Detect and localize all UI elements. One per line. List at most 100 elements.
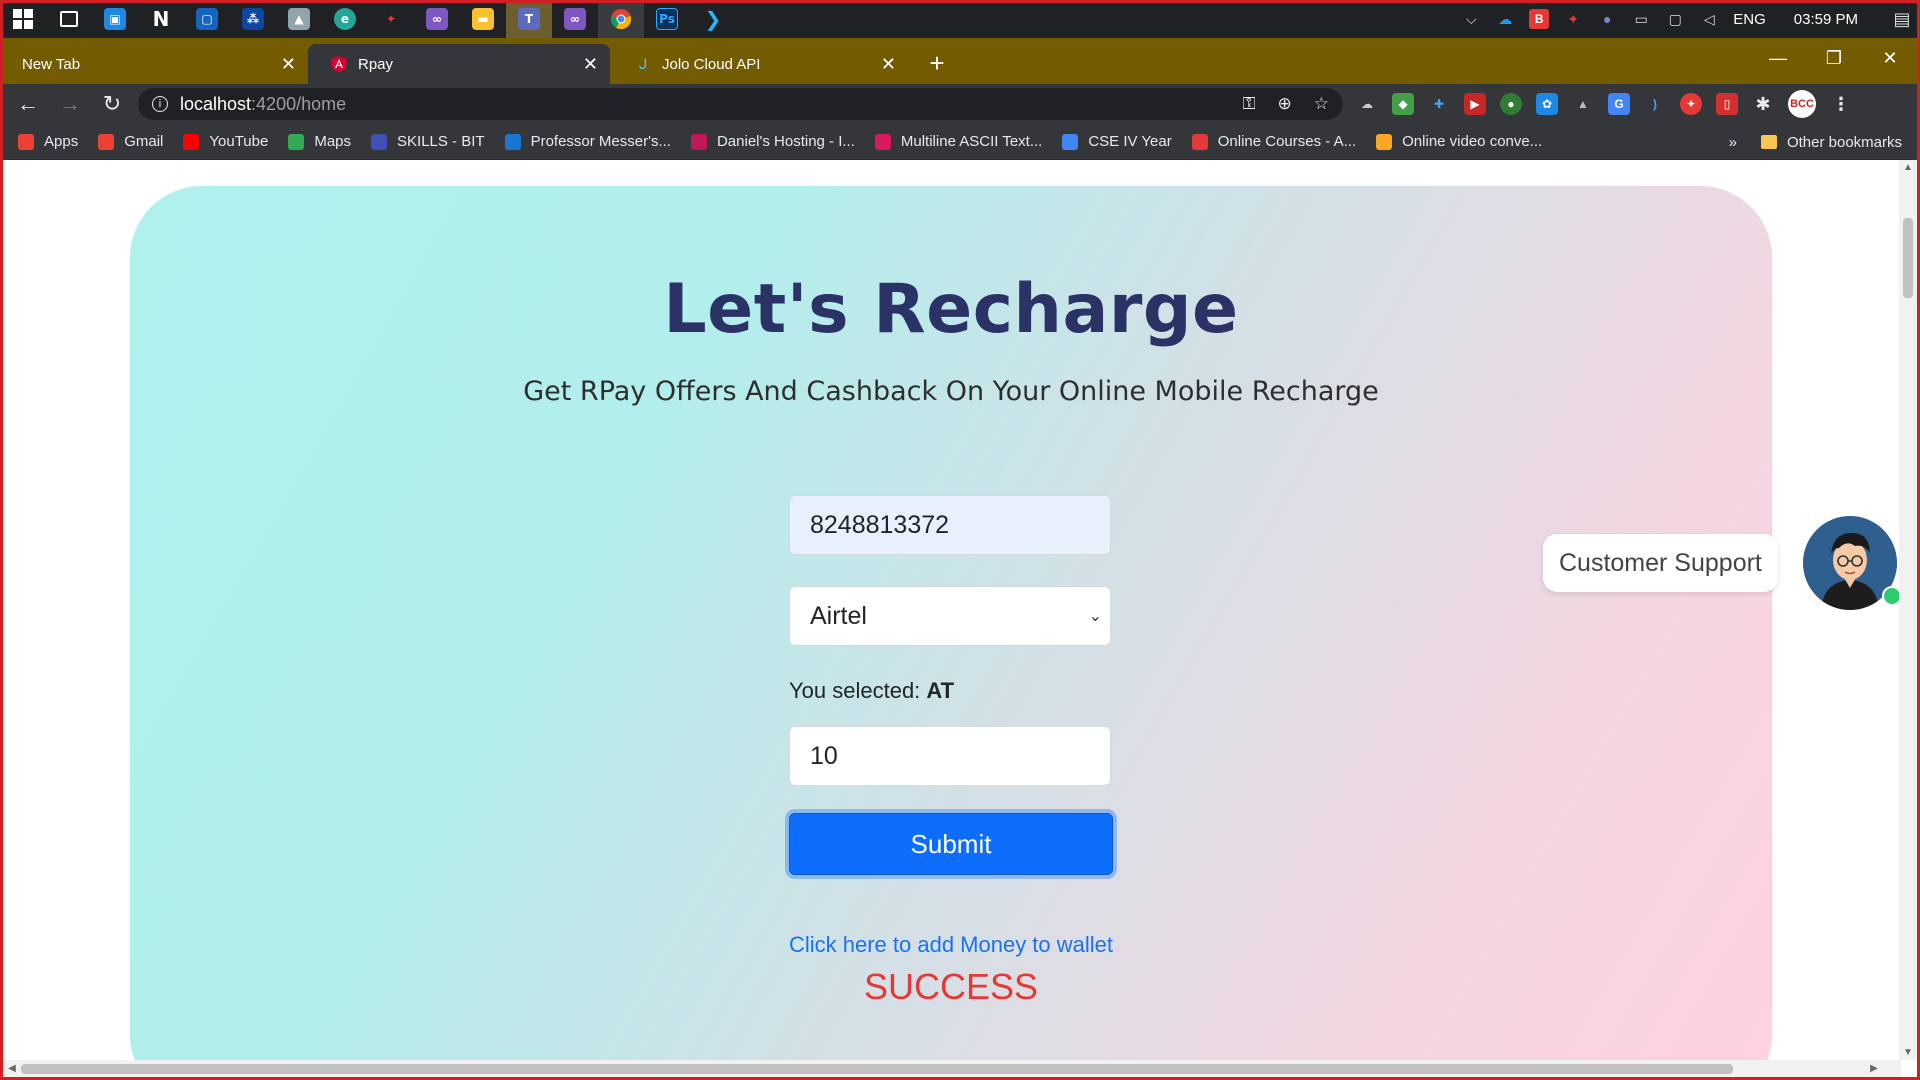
app-icon[interactable]: ▢ (184, 0, 230, 38)
bookmark-item[interactable]: YouTube (183, 133, 268, 150)
chrome-icon[interactable] (598, 0, 644, 38)
forward-button[interactable]: → (52, 86, 88, 122)
windows-start-icon[interactable] (0, 0, 46, 38)
folder-icon (1760, 135, 1777, 149)
extension-icon[interactable]: ▶ (1464, 93, 1486, 115)
close-icon[interactable]: ✕ (281, 54, 296, 75)
app-icon[interactable]: ▣ (92, 0, 138, 38)
scroll-down-icon[interactable]: ▼ (1899, 1047, 1917, 1058)
horizontal-scrollbar[interactable]: ◀ ▶ (3, 1060, 1901, 1077)
tab-rpay[interactable]: Rpay ✕ (308, 44, 610, 84)
vertical-scroll-thumb[interactable] (1903, 218, 1913, 298)
bookmark-item[interactable]: Online video conve... (1376, 133, 1542, 150)
bookmarks-right: » Other bookmarks (1729, 124, 1902, 160)
puzzle-icon[interactable]: ✱ (1752, 93, 1774, 115)
back-button[interactable]: ← (10, 86, 46, 122)
reload-button[interactable]: ↻ (94, 86, 130, 122)
tab-new-tab[interactable]: New Tab ✕ (0, 44, 308, 84)
task-view-icon[interactable] (46, 0, 92, 38)
photos-icon[interactable]: ▲ (276, 0, 322, 38)
mobile-number-input[interactable]: 8248813372 (789, 495, 1111, 555)
network-icon[interactable]: ▢ (1665, 9, 1685, 29)
bookmark-icon (98, 133, 115, 150)
vscode-icon[interactable]: ❯ (690, 0, 736, 38)
add-money-link[interactable]: Click here to add Money to wallet (130, 932, 1772, 958)
language-indicator[interactable]: ENG (1733, 11, 1766, 28)
scroll-right-icon[interactable]: ▶ (1865, 1060, 1883, 1077)
onedrive-icon[interactable]: ☁ (1495, 9, 1515, 29)
bookmark-icon (1191, 133, 1208, 150)
bookmark-item[interactable]: Professor Messer's... (504, 133, 671, 150)
star-icon[interactable]: ☆ (1314, 94, 1329, 114)
menu-icon[interactable]: ⋮ (1830, 93, 1852, 115)
profile-avatar[interactable]: BCC (1788, 90, 1816, 118)
new-tab-button[interactable]: + (920, 46, 954, 80)
bookmark-item[interactable]: Online Courses - A... (1191, 133, 1356, 150)
address-bar[interactable]: i localhost:4200/home ⚿ ⊕ ☆ (138, 88, 1343, 120)
close-icon[interactable]: ✕ (881, 54, 896, 75)
scroll-up-icon[interactable]: ▲ (1899, 162, 1917, 173)
photoshop-icon[interactable]: Ps (644, 0, 690, 38)
close-icon[interactable]: ✕ (583, 54, 598, 75)
notifications-icon[interactable]: ▤ (1892, 9, 1912, 29)
clock[interactable]: 03:59 PM (1794, 11, 1858, 28)
bookmark-label: Multiline ASCII Text... (900, 133, 1043, 150)
info-icon[interactable]: i (152, 96, 168, 112)
teams-tray-icon[interactable]: ● (1597, 9, 1617, 29)
bookmark-icon (18, 133, 34, 150)
visual-studio-icon[interactable]: ∞ (552, 0, 598, 38)
more-bookmarks-button[interactable]: » (1729, 134, 1737, 151)
zoom-icon[interactable]: ⊕ (1278, 94, 1292, 114)
battery-icon[interactable]: ▭ (1631, 9, 1651, 29)
bookmark-label: YouTube (209, 133, 269, 150)
amount-input[interactable]: 10 (789, 726, 1111, 786)
vertical-scrollbar[interactable]: ▲ ▼ (1899, 160, 1917, 1060)
scroll-left-icon[interactable]: ◀ (3, 1060, 21, 1077)
visual-studio-icon[interactable]: ∞ (414, 0, 460, 38)
bookmark-item[interactable]: Gmail (98, 133, 163, 150)
extension-icon[interactable]: ✚ (1428, 93, 1450, 115)
bookmark-label: Gmail (124, 133, 164, 150)
minimize-button[interactable]: — (1750, 38, 1806, 78)
bookmark-item[interactable]: Maps (288, 133, 351, 150)
close-window-button[interactable]: ✕ (1862, 38, 1918, 78)
app-tray-icon[interactable]: ✦ (1563, 9, 1583, 29)
submit-button[interactable]: Submit (789, 813, 1113, 875)
extension-icon[interactable]: ◆ (1392, 93, 1414, 115)
restore-button[interactable]: ❐ (1806, 38, 1862, 78)
bookmark-item[interactable]: SKILLS - BIT (371, 133, 485, 150)
extension-icon[interactable]: ) (1644, 93, 1666, 115)
app-icon[interactable]: ⁂ (230, 0, 276, 38)
horizontal-scroll-thumb[interactable] (21, 1064, 1733, 1074)
extension-icon[interactable]: ▯ (1716, 93, 1738, 115)
drive-icon[interactable]: ▲ (1572, 93, 1594, 115)
notion-icon[interactable]: N (138, 0, 184, 38)
bookmark-item[interactable]: Multiline ASCII Text... (874, 133, 1043, 150)
tab-jolo-cloud-api[interactable]: ᒍ Jolo Cloud API ✕ (612, 44, 908, 84)
other-bookmarks-button[interactable]: Other bookmarks (1787, 134, 1902, 151)
bookmark-item[interactable]: Apps (18, 133, 78, 150)
extension-icon[interactable]: ✦ (1680, 93, 1702, 115)
bookmark-icon (183, 133, 200, 150)
url-host: localhost (180, 93, 252, 114)
teams-icon[interactable]: T (506, 0, 552, 38)
edge-icon[interactable]: e (322, 0, 368, 38)
chevron-up-icon[interactable]: ⌵ (1461, 9, 1481, 29)
operator-select[interactable]: Airtel ⌄ (789, 586, 1111, 646)
tab-strip: New Tab ✕ Rpay ✕ ᒍ Jolo Cloud API ✕ + — … (0, 38, 1920, 84)
system-tray: ⌵ ☁ B ✦ ● ▭ ▢ ◁ ENG 03:59 PM ▤ (1461, 0, 1912, 38)
extension-icon[interactable]: ✿ (1536, 93, 1558, 115)
volume-icon[interactable]: ◁ (1699, 9, 1719, 29)
extension-icon[interactable]: ● (1500, 93, 1522, 115)
key-icon[interactable]: ⚿ (1243, 94, 1256, 114)
extension-icon[interactable]: ☁ (1356, 93, 1378, 115)
recharge-card: Let's Recharge Get RPay Offers And Cashb… (130, 186, 1772, 1060)
app-tray-icon[interactable]: B (1529, 9, 1550, 29)
file-explorer-icon[interactable]: ▬ (460, 0, 506, 38)
bookmark-item[interactable]: CSE IV Year (1062, 133, 1172, 150)
bookmark-item[interactable]: Daniel's Hosting - I... (690, 133, 855, 150)
customer-support-bubble[interactable]: Customer Support (1543, 534, 1778, 592)
translate-icon[interactable]: G (1608, 93, 1630, 115)
bookmark-icon (371, 133, 388, 150)
app-icon[interactable]: ✦ (368, 0, 414, 38)
